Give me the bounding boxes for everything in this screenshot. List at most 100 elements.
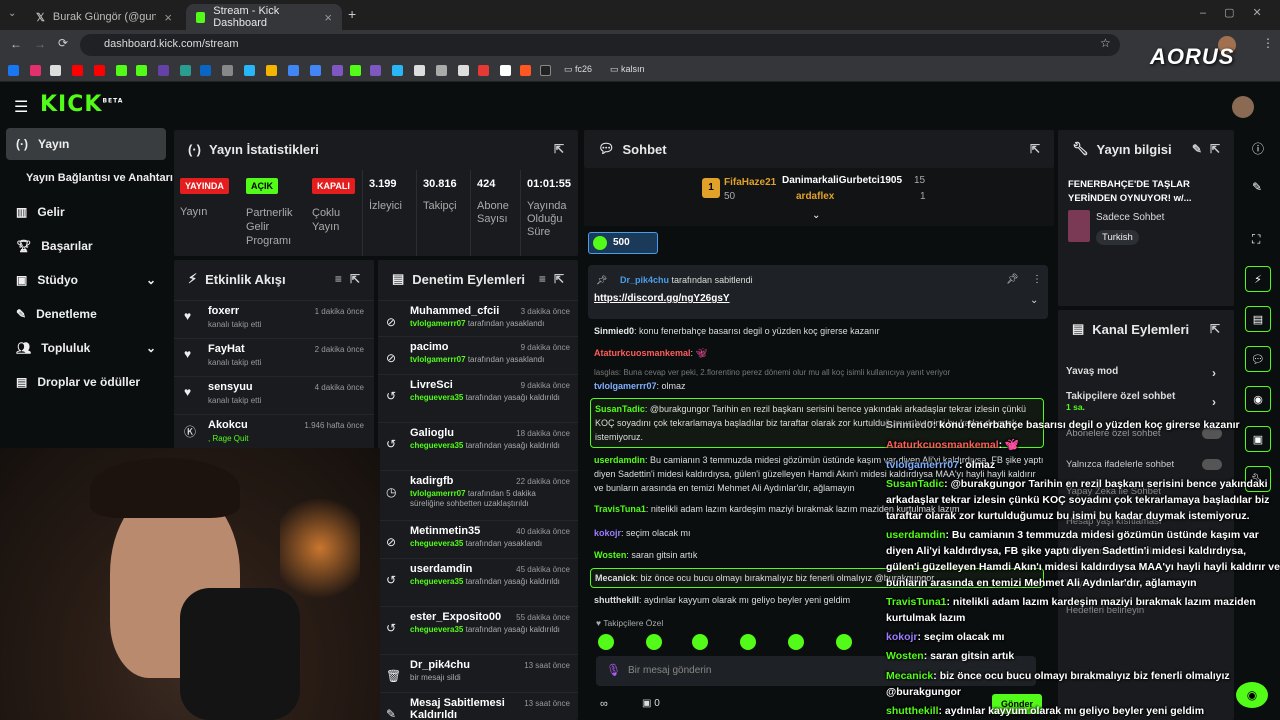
sidebar-item-denetleme[interactable]: ✎ Denetleme (6, 298, 166, 330)
hamburger-menu-icon[interactable]: ☰ (14, 97, 28, 117)
chat-username[interactable]: TravisTuna1 (594, 504, 646, 514)
youtube-icon[interactable] (94, 65, 105, 76)
url-input[interactable]: dashboard.kick.com/stream (80, 34, 1120, 56)
leader-name[interactable]: ardaflex (796, 191, 834, 202)
bookmark-icon[interactable] (116, 65, 127, 76)
edit-icon[interactable]: ✎ (1252, 180, 1262, 194)
chat-username[interactable]: userdamdin (594, 455, 645, 465)
pin-icon[interactable]: 📌︎ (1006, 274, 1019, 285)
edit-icon[interactable]: ✎ (1192, 142, 1202, 156)
bookmark-icon[interactable] (222, 65, 233, 76)
broadcast-icon[interactable]: ◉ (1245, 386, 1271, 412)
bookmark-folder[interactable]: ▭ kalsın (610, 64, 645, 75)
moderator-name[interactable]: cheguevera35 (410, 441, 463, 450)
popout-icon[interactable]: ⇱ (350, 272, 360, 286)
bookmark-icon[interactable] (244, 65, 255, 76)
chat-username[interactable]: Mecanick (595, 573, 636, 583)
pinned-by-user[interactable]: Dr_pik4chu (620, 275, 669, 285)
filter-icon[interactable]: ≡ (335, 272, 342, 286)
chat-username[interactable]: kokojr (594, 528, 621, 538)
action-slow-mode[interactable]: Yavaş mod › (1066, 366, 1226, 380)
bookmark-icon[interactable] (500, 65, 511, 76)
chevron-down-icon[interactable]: ⌄ (1030, 295, 1038, 306)
bookmark-icon[interactable] (458, 65, 469, 76)
info-icon[interactable]: ⓘ (1252, 140, 1264, 157)
bookmark-icon[interactable] (350, 65, 361, 76)
bookmark-icon[interactable] (540, 65, 551, 76)
sidebar-item-stream-key[interactable]: Yayın Bağlantısı ve Anahtarı (6, 162, 176, 194)
bookmark-icon[interactable] (370, 65, 381, 76)
emote-icon[interactable] (692, 634, 708, 650)
sidebar-item-yayin[interactable]: (·) Yayın (6, 128, 166, 160)
reload-icon[interactable]: ⟳ (58, 36, 68, 50)
leader-name[interactable]: FifaHaze21 (724, 177, 776, 188)
moderator-name[interactable]: cheguevera35 (410, 539, 463, 548)
emote-icon[interactable] (646, 634, 662, 650)
facebook-icon[interactable] (8, 65, 19, 76)
popout-icon[interactable]: ⇱ (1210, 142, 1220, 156)
moderator-name[interactable]: cheguevera35 (410, 393, 463, 402)
more-options-icon[interactable]: ⋮ (1032, 274, 1042, 285)
kick-icon[interactable] (136, 65, 147, 76)
emote-icon[interactable] (598, 634, 614, 650)
sidebar-item-gelir[interactable]: ▥ Gelir (6, 196, 166, 228)
bookmark-icon[interactable] (436, 65, 447, 76)
popout-icon[interactable]: ⇱ (1030, 142, 1040, 156)
emote-icon[interactable] (788, 634, 804, 650)
close-icon[interactable]: × (324, 10, 332, 25)
chat-username[interactable]: SusanTadic (595, 404, 645, 414)
expand-icon[interactable]: ⌄ (812, 210, 820, 221)
chat-username[interactable]: shutthekill (594, 595, 639, 605)
pinned-link[interactable]: https://discord.gg/ngY26gsY (594, 293, 730, 304)
youtube-icon[interactable] (72, 65, 83, 76)
emote-icon[interactable] (740, 634, 756, 650)
tab-search-icon[interactable]: ⌄ (8, 8, 16, 19)
moderator-name[interactable]: tvlolgamerrr07 (410, 355, 466, 364)
instagram-icon[interactable] (30, 65, 41, 76)
new-tab-icon[interactable]: + (348, 6, 356, 22)
sidebar-item-basarilar[interactable]: 🏆︎ Başarılar (6, 230, 166, 262)
fullscreen-icon[interactable]: ⛶ (1252, 232, 1260, 247)
forward-icon[interactable]: → (34, 37, 46, 51)
menu-dots-icon[interactable]: ⋮ (1262, 36, 1274, 50)
pinned-message[interactable]: 📌︎ Dr_pik4chu tarafından sabitlendi http… (588, 265, 1048, 319)
bookmark-folder[interactable]: ▭ fc26 (564, 64, 592, 75)
bookmark-icon[interactable] (288, 65, 299, 76)
bookmark-icon[interactable] (332, 65, 343, 76)
twitch-icon[interactable] (158, 65, 169, 76)
leader-name[interactable]: DanimarkaliGurbetci1905 (782, 175, 902, 186)
linkedin-icon[interactable] (200, 65, 211, 76)
chat-username[interactable]: tvlolgamerrr07 (594, 381, 657, 391)
user-avatar[interactable] (1232, 96, 1254, 118)
kick-logo[interactable]: KICKBETA (40, 92, 123, 117)
bookmark-icon[interactable] (392, 65, 403, 76)
sidebar-item-topluluk[interactable]: 👥︎ Topluluk ⌄ (6, 332, 166, 364)
goal-progress[interactable]: 500 (588, 232, 658, 254)
popout-icon[interactable]: ⇱ (554, 272, 564, 286)
filter-icon[interactable]: ≡ (539, 272, 546, 286)
bookmark-icon[interactable] (180, 65, 191, 76)
back-icon[interactable]: ← (10, 37, 22, 51)
bookmark-icon[interactable] (478, 65, 489, 76)
popout-icon[interactable]: ⇱ (1210, 322, 1220, 336)
tab-kick-dashboard[interactable]: Stream - Kick Dashboard × (186, 4, 342, 30)
bookmark-icon[interactable] (414, 65, 425, 76)
x-icon[interactable] (50, 65, 61, 76)
tab-twitter[interactable]: 𝕏 Burak Güngör (@gungorburak) × (26, 4, 182, 30)
moderator-name[interactable]: cheguevera35 (410, 625, 463, 634)
chat-username[interactable]: Sinmied0 (594, 326, 634, 336)
popout-icon[interactable]: ⇱ (554, 142, 564, 156)
emote-icon[interactable] (836, 634, 852, 650)
moderator-name[interactable]: tvlolgamerrr07 (410, 489, 466, 498)
bookmark-icon[interactable] (310, 65, 321, 76)
bookmark-icon[interactable] (266, 65, 277, 76)
moderator-name[interactable]: tvlolgamerrr07 (410, 319, 466, 328)
close-icon[interactable]: × (164, 10, 172, 25)
bookmark-star-icon[interactable]: ☆ (1100, 36, 1111, 50)
action-followers-only[interactable]: Takipçilere özel sohbet 1 sa. › (1066, 391, 1226, 412)
chat-bubble-icon[interactable]: 💬︎ (1245, 346, 1271, 372)
sidebar-item-studyo[interactable]: ▣ Stüdyo ⌄ (6, 264, 166, 296)
chat-username[interactable]: Ataturkcuosmankemal (594, 348, 691, 358)
sidebar-item-droplar[interactable]: ▤ Droplar ve ödüller (6, 366, 166, 398)
category-name[interactable]: Sadece Sohbet (1096, 212, 1164, 223)
